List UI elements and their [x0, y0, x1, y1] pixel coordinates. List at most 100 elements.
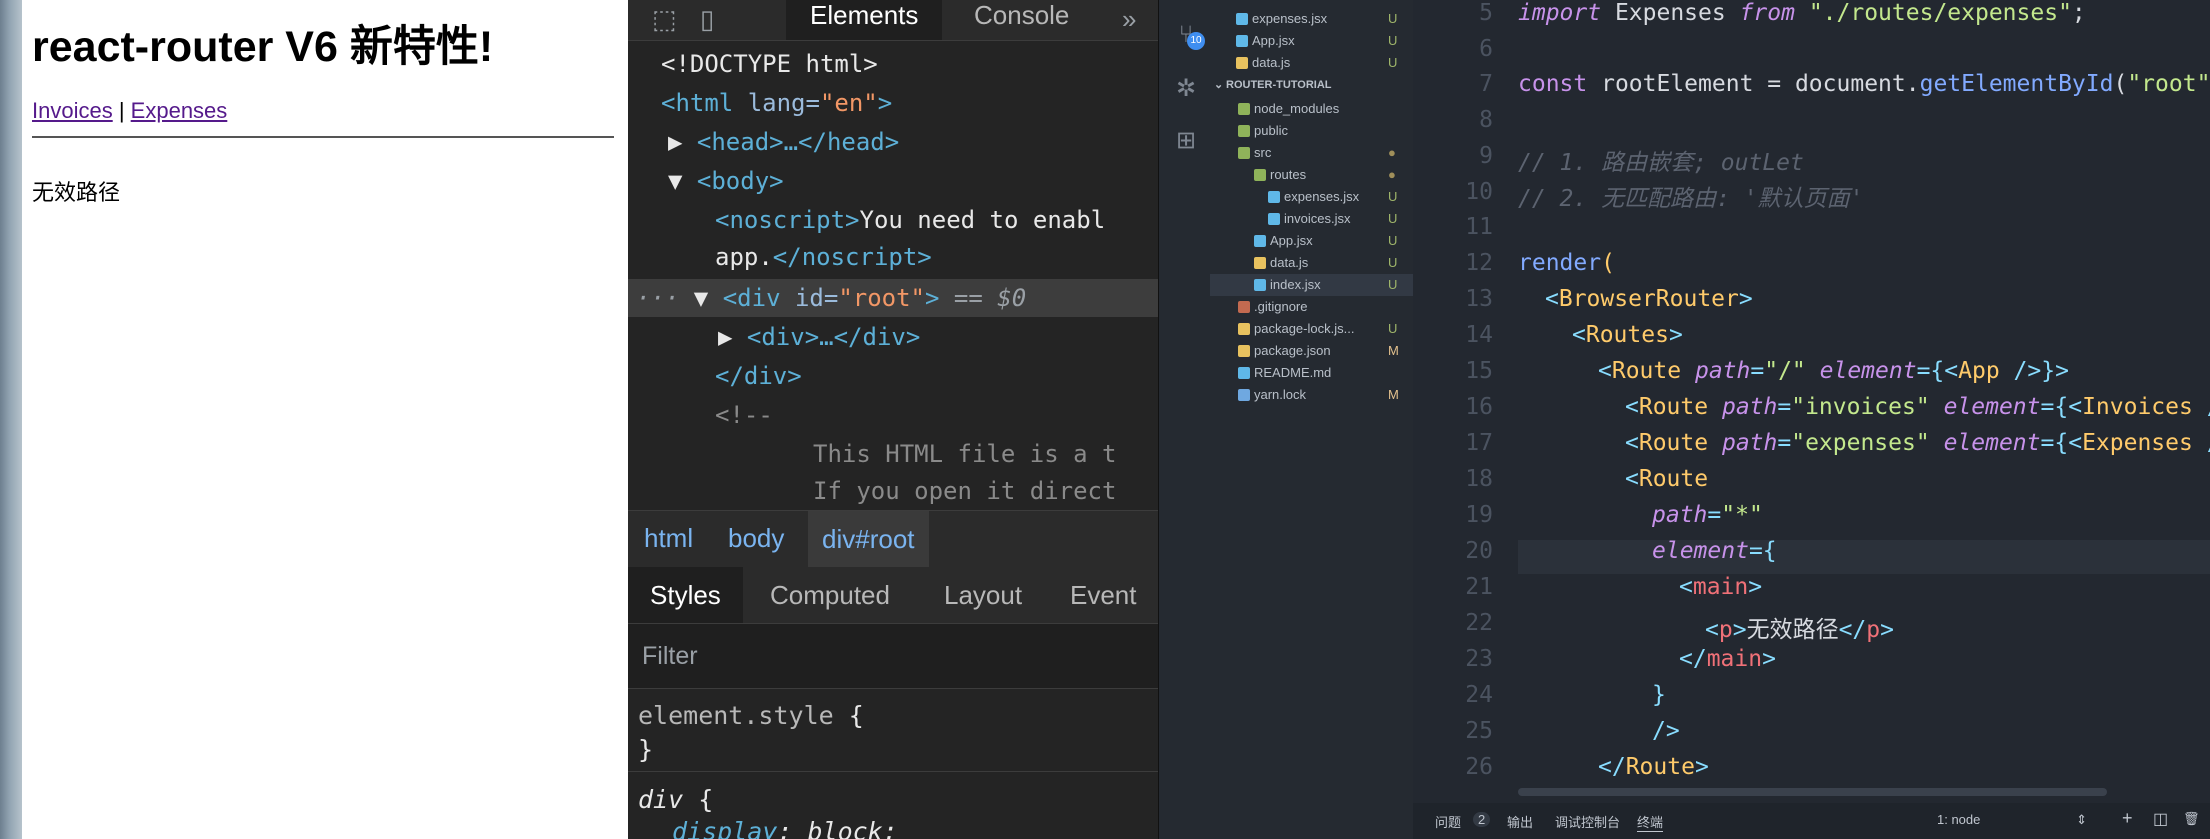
device-toolbar-icon[interactable]: ▯: [700, 4, 714, 35]
gt: >: [1732, 617, 1747, 643]
expand-triangle-icon[interactable]: ▶: [718, 323, 747, 351]
attr-element: element: [1819, 358, 1917, 384]
explorer-item[interactable]: node_modules: [1210, 98, 1413, 120]
lang-attr: lang=: [733, 89, 820, 117]
more-tabs-icon[interactable]: »: [1122, 4, 1136, 35]
explorer-item[interactable]: invoices.jsx U: [1210, 208, 1413, 230]
gt: >: [1738, 286, 1753, 312]
path-value: "expenses": [1791, 430, 1930, 456]
eq-curly: ={: [1748, 538, 1777, 564]
tab-console[interactable]: Console: [950, 0, 1093, 40]
code-line-14: <Routes>: [1572, 322, 1683, 348]
dom-body[interactable]: ▼ <body>: [668, 167, 784, 195]
tab-problems[interactable]: 问题: [1435, 812, 1461, 831]
code-area[interactable]: 5 6 7 8 9 10 11 12 13 14 15 16 17 18 19 20 21 22 23 24 25 26 …: [1413, 0, 2210, 796]
explorer-item[interactable]: data.js U: [1210, 52, 1413, 74]
rule-separator: [628, 771, 1158, 772]
explorer-item[interactable]: index.jsx U: [1210, 274, 1413, 296]
code-line-18: <Route: [1625, 466, 1708, 492]
line-number: 6: [1479, 36, 1493, 62]
explorer-item[interactable]: expenses.jsx U: [1210, 8, 1413, 30]
tab-output[interactable]: 输出: [1507, 812, 1533, 831]
rule-element-style[interactable]: element.style {: [638, 701, 864, 730]
explorer-item[interactable]: public: [1210, 120, 1413, 142]
tab-elements[interactable]: Elements: [786, 0, 943, 40]
tab-layout[interactable]: Layout: [922, 567, 1044, 623]
attr-element: element: [1652, 538, 1749, 564]
file-icon: [1254, 257, 1266, 269]
explorer-item[interactable]: expenses.jsx U: [1210, 186, 1413, 208]
tag-main: main: [1692, 574, 1749, 600]
dom-comment[interactable]: <!--: [715, 401, 773, 429]
explorer-item-name: App.jsx: [1252, 33, 1295, 48]
dom-head[interactable]: ▶ <head>…</head>: [668, 128, 899, 156]
split-terminal-icon[interactable]: ◫: [2153, 809, 2168, 829]
tab-computed[interactable]: Computed: [748, 567, 912, 623]
crumb-html[interactable]: html: [644, 523, 693, 554]
explorer-item[interactable]: src ●: [1210, 142, 1413, 164]
dom-noscript[interactable]: <noscript>You need to enabl: [715, 206, 1105, 234]
explorer-item[interactable]: package.json M: [1210, 340, 1413, 362]
tab-styles[interactable]: Styles: [628, 567, 743, 623]
add-terminal-icon[interactable]: +: [2122, 808, 2133, 829]
explorer-item[interactable]: App.jsx U: [1210, 30, 1413, 52]
node-menu-icon[interactable]: ···: [636, 284, 679, 312]
invoices-link[interactable]: Invoices: [32, 98, 113, 123]
collapse-triangle-icon[interactable]: ▼: [679, 284, 722, 312]
rule-display[interactable]: display: block;: [672, 817, 898, 839]
crumb-body[interactable]: body: [728, 523, 784, 554]
code-editor[interactable]: 5 6 7 8 9 10 11 12 13 14 15 16 17 18 19 20 21 22 23 24 25 26 …: [1413, 0, 2210, 839]
crumb-div-root[interactable]: div#root: [808, 511, 929, 567]
dom-child-div[interactable]: ▶ <div>…</div>: [718, 323, 920, 351]
divider: [32, 136, 614, 138]
p-text: 无效路径: [1746, 617, 1839, 643]
div-open-brace: {: [683, 785, 714, 814]
explorer-item-name: data.js: [1270, 255, 1309, 270]
dom-doctype[interactable]: <!DOCTYPE html>: [661, 50, 878, 78]
explorer-item[interactable]: README.md: [1210, 362, 1413, 384]
expand-triangle-icon[interactable]: ▶: [668, 128, 697, 156]
filter-input[interactable]: [640, 636, 1144, 676]
lang-value: "en": [819, 89, 878, 117]
line-number: 19: [1465, 502, 1493, 528]
dom-html[interactable]: <html lang="en">: [661, 89, 892, 117]
rule-div[interactable]: div {: [638, 785, 713, 814]
explorer-item[interactable]: .gitignore: [1210, 296, 1413, 318]
explorer-item[interactable]: App.jsx U: [1210, 230, 1413, 252]
tab-debug-console[interactable]: 调试控制台: [1555, 812, 1620, 831]
explorer-item[interactable]: routes ●: [1210, 164, 1413, 186]
code-line-10: // 2. 无匹配路由: '默认页面': [1518, 186, 1864, 212]
attr-element: element: [1943, 430, 2041, 456]
comment-text-2: If you open it direct: [813, 477, 1117, 505]
inspect-element-icon[interactable]: ⬚: [652, 4, 677, 35]
semicolon: ;: [2071, 0, 2086, 26]
file-icon: [1236, 57, 1248, 69]
terminal-select[interactable]: 1: node ⇕: [1937, 812, 2097, 827]
element-style-selector: element.style: [638, 701, 834, 730]
explorer-root-header[interactable]: ⌄ ROUTER-TUTORIAL: [1210, 74, 1413, 96]
page-heading: react-router V6 新特性!: [32, 23, 494, 71]
git-status-badge: U: [1388, 255, 1398, 270]
explorer-item[interactable]: yarn.lock M: [1210, 384, 1413, 406]
explorer-item[interactable]: package-lock.js... U: [1210, 318, 1413, 340]
line-number: 21: [1465, 574, 1493, 600]
dom-tree: <!DOCTYPE html> <html lang="en"> ▶ <head…: [628, 40, 1158, 510]
tab-event-listeners[interactable]: Event L: [1048, 567, 1158, 666]
explorer-item[interactable]: data.js U: [1210, 252, 1413, 274]
explorer-item-name: expenses.jsx: [1252, 11, 1328, 26]
lt-slash: </: [1679, 646, 1707, 672]
dom-root-div[interactable]: ··· ▼ <div id="root"> == $0: [636, 284, 1026, 312]
gt: >: [1762, 646, 1776, 672]
html-bracket: >: [877, 89, 893, 117]
collapse-triangle-icon[interactable]: ▼: [668, 167, 697, 195]
trash-icon[interactable]: 🗑: [2183, 811, 2200, 827]
dom-div-end[interactable]: </div>: [715, 362, 802, 390]
expenses-link[interactable]: Expenses: [131, 98, 228, 123]
debug-icon[interactable]: ✲: [1173, 76, 1199, 102]
horizontal-scrollbar[interactable]: [1518, 788, 2107, 796]
git-status-badge: U: [1388, 277, 1398, 292]
extensions-icon[interactable]: ⊞: [1173, 128, 1199, 154]
panel-tabs: 问题 2 输出 调试控制台 终端 1: node ⇕ + ◫ 🗑: [1413, 803, 2210, 839]
tab-terminal[interactable]: 终端: [1637, 812, 1664, 832]
self-close-curly: />}: [2193, 430, 2210, 456]
